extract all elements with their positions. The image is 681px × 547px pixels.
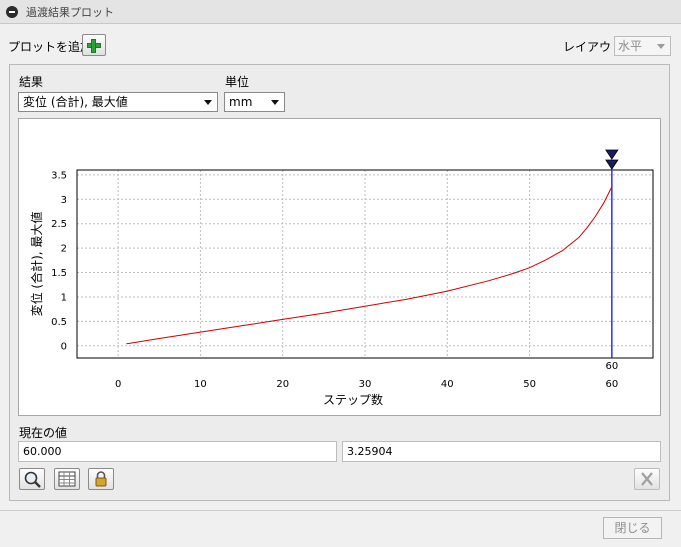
x-tick-label: 40 [441,379,454,390]
clear-button[interactable] [634,468,660,490]
add-plot-label: プロットを追加 [8,40,93,54]
table-icon [58,471,76,487]
current-x-field[interactable]: 60.000 [18,441,337,462]
layout-select[interactable]: 水平 [614,36,671,56]
lock-icon [95,471,107,487]
layout-select-value: 水平 [618,39,643,53]
chart-svg[interactable]: 0 10 20 30 40 50 60 0 0.5 1 1.5 2 2.5 3 3.5 60 ステップ数 変… [19,119,660,415]
chart-area[interactable]: 0 10 20 30 40 50 60 0 0.5 1 1.5 2 2.5 3 3.5 60 ステップ数 変… [18,118,661,416]
cursor-marker-bottom[interactable] [605,159,619,170]
unit-label: 単位 [225,75,250,89]
lock-button[interactable] [88,468,114,490]
y-tick-label: 2.5 [51,219,67,230]
unit-select-value: mm [229,95,253,109]
zoom-icon [24,471,41,488]
add-plot-button[interactable] [82,34,106,56]
table-button[interactable] [54,468,80,490]
chevron-down-icon [204,100,212,105]
current-value-label: 現在の値 [19,426,68,440]
tick-layer: 0 10 20 30 40 50 60 0 0.5 1 1.5 2 2.5 3 3.5 [51,170,618,390]
y-tick-label: 1 [61,292,67,303]
x-tick-label: 50 [523,379,536,390]
grid-layer [77,170,653,358]
close-button[interactable]: 閉じる [603,517,662,539]
y-tick-label: 1.5 [51,268,67,279]
y-tick-label: 0 [61,341,67,352]
cursor-marker-top[interactable] [605,149,619,160]
close-icon [641,472,653,486]
result-select-value: 変位 (合計), 最大値 [23,95,128,109]
current-y-field[interactable]: 3.25904 [342,441,661,462]
x-tick-label: 60 [605,379,618,390]
window-title: 過渡結果プロット [26,6,114,19]
y-axis-label: 変位 (合計), 最大値 [29,212,44,317]
result-label: 結果 [19,75,44,89]
chevron-down-icon [657,44,665,49]
series-line [126,186,613,345]
y-tick-label: 0.5 [51,317,67,328]
y-tick-label: 3.5 [51,170,67,181]
x-tick-label: 30 [359,379,372,390]
x-tick-label: 20 [276,379,289,390]
title-bar: 過渡結果プロット [0,0,681,24]
collapse-icon[interactable] [6,6,18,18]
x-axis-label: ステップ数 [323,392,383,407]
plus-icon-vertical [91,39,96,53]
result-select[interactable]: 変位 (合計), 最大値 [18,92,218,112]
chevron-down-icon [271,100,279,105]
footer-divider [0,510,681,511]
y-tick-label: 3 [61,195,67,206]
unit-select[interactable]: mm [224,92,285,112]
zoom-button[interactable] [19,468,45,490]
y-tick-label: 2 [61,244,67,255]
x-tick-label: 10 [194,379,207,390]
x-tick-label: 0 [115,379,121,390]
cursor-label: 60 [605,361,618,372]
